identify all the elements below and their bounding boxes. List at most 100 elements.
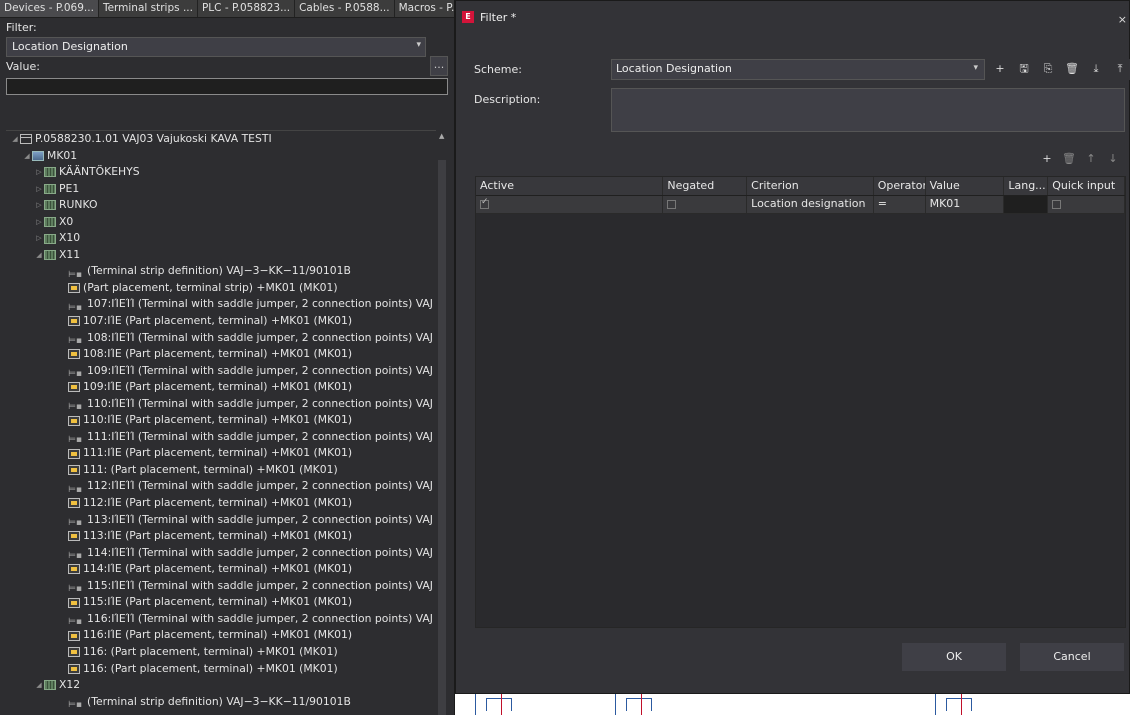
tree-node-label: 116: (Part placement, terminal) +MK01 (M… (83, 661, 338, 675)
scheme-dropdown[interactable]: Location Designation ▾ (611, 59, 985, 80)
tree-node[interactable]: 110:ΙΊΕ (Part placement, terminal) +MK01… (6, 412, 436, 429)
tree-node[interactable]: ◢ X12 (6, 677, 436, 694)
ok-button[interactable]: OK (902, 643, 1006, 671)
expand-toggle-icon[interactable]: ▷ (34, 214, 44, 231)
scroll-up-icon[interactable]: ▲ (439, 132, 444, 140)
tab-2[interactable]: PLC - P.058823... (198, 0, 296, 17)
tree-node[interactable]: 109:ΙΊΕ (Part placement, terminal) +MK01… (6, 379, 436, 396)
new-icon[interactable]: + (989, 59, 1011, 80)
tree-node[interactable]: 111: (Part placement, terminal) +MK01 (M… (6, 462, 436, 479)
cell-value[interactable]: MK01 (926, 196, 1005, 213)
tree-node[interactable]: 107:ΙΊΕ (Part placement, terminal) +MK01… (6, 313, 436, 330)
tree-node[interactable]: 115:ΙΊΕ (Part placement, terminal) +MK01… (6, 594, 436, 611)
tree-node[interactable]: ⊨▪ 116:ΙΊΕΊΊ (Terminal with saddle jumper… (6, 611, 436, 628)
tree-node[interactable]: ⊨▪ 111:ΙΊΕΊΊ (Terminal with saddle jumper… (6, 429, 436, 446)
tree-node[interactable]: (Part placement, terminal strip) +MK01 (… (6, 280, 436, 297)
expand-toggle-icon[interactable]: ◢ (22, 148, 32, 165)
tree-node[interactable]: ▷ PE1 (6, 181, 436, 198)
cell-language[interactable] (1004, 196, 1049, 213)
column-header[interactable]: Operator (874, 177, 926, 195)
tree-node-label: 108:ΙΊΕΊΊ (Terminal with saddle jumper, … (87, 330, 433, 344)
close-icon[interactable]: × (1118, 13, 1127, 26)
column-header[interactable]: Negated (663, 177, 748, 195)
tree-node[interactable]: ⊨▪ (Terminal strip definition) VAJ−3−KK−1… (6, 694, 436, 711)
part-placement-icon (68, 630, 80, 641)
tree-node[interactable]: ⊨▪ 107:ΙΊΕΊΊ (Terminal with saddle jumper… (6, 296, 436, 313)
tree-node[interactable]: 116: (Part placement, terminal) +MK01 (M… (6, 661, 436, 678)
tree-node-label: X10 (59, 231, 81, 245)
save-as-icon[interactable]: ⎘ (1037, 59, 1059, 80)
description-field[interactable] (611, 88, 1125, 132)
tree-node[interactable]: ▷ X10 (6, 230, 436, 247)
export-icon[interactable]: ⤒ (1109, 59, 1130, 80)
active-checkbox[interactable] (480, 197, 489, 209)
tree-node[interactable]: 108:ΙΊΕ (Part placement, terminal) +MK01… (6, 346, 436, 363)
tree-scrollbar[interactable]: ▲ (437, 130, 447, 715)
negated-checkbox[interactable] (667, 200, 677, 209)
part-placement-icon (68, 564, 80, 575)
delete-row-icon[interactable]: 🗑 (1058, 149, 1080, 170)
navigator-tree[interactable]: ◢ P.0588230.1.01 VAJ03 Vajukoski KAVA TES… (6, 130, 436, 715)
tree-node[interactable]: ◢ P.0588230.1.01 VAJ03 Vajukoski KAVA TES… (6, 131, 436, 148)
tree-node[interactable]: 113:ΙΊΕ (Part placement, terminal) +MK01… (6, 528, 436, 545)
tab-3[interactable]: Cables - P.0588... (295, 0, 395, 17)
tree-node[interactable]: ◢ MK01 (6, 148, 436, 165)
cell-operator[interactable]: = (874, 196, 926, 213)
tree-node[interactable]: ⊨▪ (Terminal strip definition) VAJ−3−KK−1… (6, 263, 436, 280)
expand-toggle-icon[interactable]: ▷ (34, 181, 44, 198)
part-placement-icon (68, 663, 80, 674)
tree-node[interactable]: ▷ X0 (6, 214, 436, 231)
tree-node[interactable]: ⊨▪ 112:ΙΊΕΊΊ (Terminal with saddle jumper… (6, 478, 436, 495)
move-up-icon[interactable]: ↑ (1080, 149, 1102, 170)
cell-active[interactable] (476, 196, 664, 213)
schematic-symbol (615, 694, 652, 715)
expand-toggle-icon[interactable]: ◢ (34, 247, 44, 264)
cell-criterion[interactable]: Location designation (747, 196, 874, 213)
column-header[interactable]: Criterion (747, 177, 874, 195)
column-header[interactable]: Value (926, 177, 1005, 195)
column-header[interactable]: Lang... (1004, 177, 1049, 195)
tree-node[interactable]: ▷ RUNKO (6, 197, 436, 214)
tree-node[interactable]: ⊨▪ 110:ΙΊΕΊΊ (Terminal with saddle jumper… (6, 396, 436, 413)
tab-0[interactable]: Devices - P.069... (0, 0, 99, 17)
column-header[interactable]: Quick input (1048, 177, 1125, 195)
expand-toggle-icon[interactable]: ◢ (10, 131, 20, 148)
save-icon[interactable]: 🖫 (1013, 59, 1035, 80)
scheme-dropdown-value: Location Designation (616, 62, 732, 75)
tab-1[interactable]: Terminal strips ... (99, 0, 198, 17)
tree-node[interactable]: 116:ΙΊΕ (Part placement, terminal) +MK01… (6, 627, 436, 644)
tree-node[interactable]: 112:ΙΊΕ (Part placement, terminal) +MK01… (6, 495, 436, 512)
scrollbar-thumb[interactable] (438, 160, 446, 715)
terminal-strip-icon: ⊨▪ (68, 435, 82, 446)
expand-toggle-icon[interactable]: ◢ (34, 677, 44, 694)
table-row[interactable]: Location designation = MK01 (476, 196, 1125, 214)
quick-input-checkbox[interactable] (1052, 200, 1062, 209)
tree-node[interactable]: ⊨▪ 115:ΙΊΕΊΊ (Terminal with saddle jumper… (6, 578, 436, 595)
tree-node[interactable]: ⊨▪ 113:ΙΊΕΊΊ (Terminal with saddle jumper… (6, 512, 436, 529)
value-input[interactable] (6, 78, 448, 95)
tab-4[interactable]: Macros - P.058... (395, 0, 454, 17)
import-icon[interactable]: ⤓ (1085, 59, 1107, 80)
cancel-button[interactable]: Cancel (1020, 643, 1124, 671)
column-header[interactable]: Active (476, 177, 664, 195)
tree-node[interactable]: ⊨▪ 108:ΙΊΕΊΊ (Terminal with saddle jumper… (6, 330, 436, 347)
tree-node-label: MK01 (47, 148, 78, 162)
filter-more-button[interactable]: ... (430, 56, 448, 76)
add-row-icon[interactable]: + (1036, 149, 1058, 170)
tree-node[interactable]: ▷ KÄÄNTÖKEHYS (6, 164, 436, 181)
delete-icon[interactable]: 🗑 (1061, 59, 1083, 80)
expand-toggle-icon[interactable]: ▷ (34, 164, 44, 181)
cell-quick-input[interactable] (1048, 196, 1125, 213)
part-placement-icon (68, 531, 80, 542)
tree-node[interactable]: 116: (Part placement, terminal) +MK01 (M… (6, 644, 436, 661)
expand-toggle-icon[interactable]: ▷ (34, 230, 44, 247)
move-down-icon[interactable]: ↓ (1102, 149, 1124, 170)
expand-toggle-icon[interactable]: ▷ (34, 197, 44, 214)
filter-dropdown[interactable]: Location Designation ▾ (6, 37, 426, 57)
tree-node[interactable]: 114:ΙΊΕ (Part placement, terminal) +MK01… (6, 561, 436, 578)
tree-node[interactable]: ◢ X11 (6, 247, 436, 264)
tree-node[interactable]: 111:ΙΊΕ (Part placement, terminal) +MK01… (6, 445, 436, 462)
tree-node[interactable]: ⊨▪ 109:ΙΊΕΊΊ (Terminal with saddle jumper… (6, 363, 436, 380)
cell-negated[interactable] (663, 196, 748, 213)
tree-node[interactable]: ⊨▪ 114:ΙΊΕΊΊ (Terminal with saddle jumper… (6, 545, 436, 562)
